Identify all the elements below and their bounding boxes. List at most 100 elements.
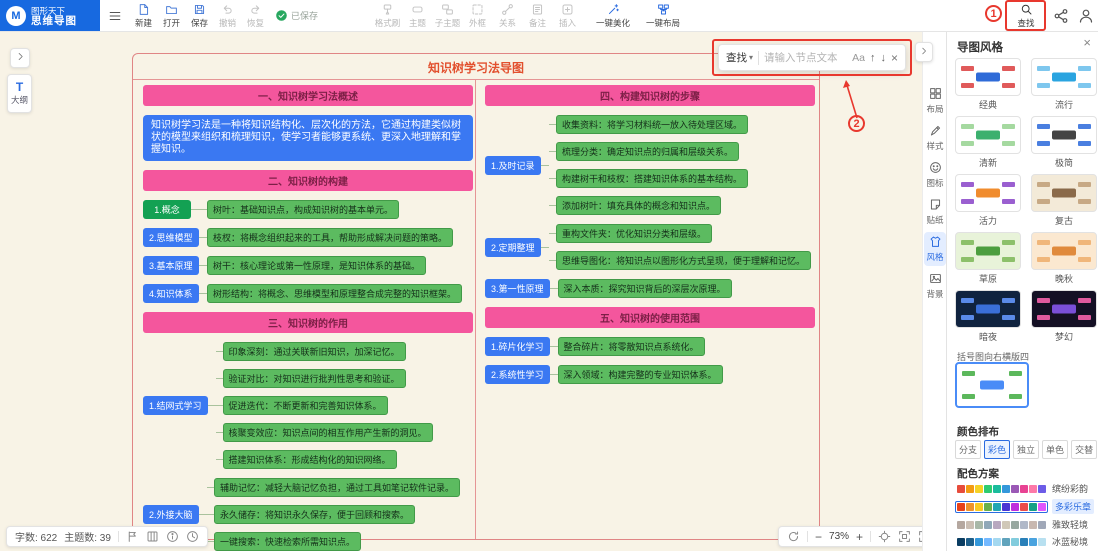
color-scheme-row[interactable]: 多彩乐章	[955, 499, 1094, 514]
topic-node[interactable]: 1.概念	[143, 200, 191, 219]
color-scheme-row[interactable]: 冰蓝秘境	[955, 535, 1094, 548]
theme-option[interactable]: 暗夜	[955, 290, 1021, 343]
color-layout-option[interactable]: 交替	[1071, 440, 1097, 459]
panel-collapse-button[interactable]	[915, 42, 933, 62]
find-next-button[interactable]: ↓	[880, 52, 886, 64]
map-title-node[interactable]: 知识树学习法导图	[133, 59, 819, 76]
locate-icon[interactable]	[878, 530, 891, 543]
leaf-node[interactable]: 验证对比：对知识进行批判性思考和验证。	[223, 369, 406, 388]
section-banner-node[interactable]: 三、知识树的作用	[143, 312, 473, 333]
app-logo[interactable]: M 图形天下 思维导图	[0, 0, 100, 31]
theme-option[interactable]: 活力	[955, 174, 1021, 227]
panel-close-button[interactable]: ×	[1083, 35, 1091, 50]
find-mode-dropdown[interactable]: 查找 ▾	[726, 50, 753, 65]
subtopic-button[interactable]: 子主题	[434, 1, 461, 31]
topic-node[interactable]: 4.知识体系	[143, 284, 199, 303]
open-button[interactable]: 打开	[158, 1, 185, 31]
history-icon[interactable]	[186, 530, 199, 543]
board-icon[interactable]	[146, 530, 159, 543]
user-icon[interactable]	[1077, 7, 1095, 25]
leaf-node[interactable]: 一键搜索：快速检索所需知识点。	[214, 532, 361, 551]
leaf-node[interactable]: 梳理分类：确定知识点的归属和层级关系。	[556, 142, 739, 161]
leaf-node[interactable]: 树形结构：将概念、思维模型和原理整合成完整的知识框架。	[207, 284, 462, 303]
relation-button[interactable]: 关系	[494, 1, 521, 31]
color-layout-option[interactable]: 单色	[1042, 440, 1068, 459]
topic-node[interactable]: 1.结网式学习	[143, 396, 208, 415]
zoom-in-button[interactable]: +	[856, 531, 863, 543]
leaf-node[interactable]: 印象深刻：通过关联新旧知识，加深记忆。	[223, 342, 406, 361]
strip-item-style[interactable]: 样式	[924, 121, 946, 155]
leaf-node[interactable]: 重构文件夹：优化知识分类和层级。	[556, 224, 712, 243]
leaf-node[interactable]: 思维导图化：将知识点以图形化方式呈现，便于理解和记忆。	[556, 251, 811, 270]
left-panel-expand-button[interactable]	[10, 48, 30, 68]
fit-screen-icon[interactable]	[898, 530, 911, 543]
match-case-toggle[interactable]: Aa	[852, 52, 865, 64]
topic-node[interactable]: 2.系统性学习	[485, 365, 550, 384]
zoom-out-button[interactable]: −	[815, 531, 822, 543]
topic-node[interactable]: 2.思维模型	[143, 228, 199, 247]
theme-option[interactable]: 草原	[955, 232, 1021, 285]
flag-icon[interactable]	[126, 530, 139, 543]
format-painter-button[interactable]: 格式刷	[374, 1, 401, 31]
strip-item-icon[interactable]: 图标	[924, 158, 946, 192]
leaf-node[interactable]: 收集资料：将学习材料统一放入待处理区域。	[556, 115, 748, 134]
strip-item-sticker[interactable]: 贴纸	[924, 195, 946, 229]
strip-item-background[interactable]: 背景	[924, 269, 946, 303]
hamburger-menu-icon[interactable]	[104, 5, 126, 27]
undo-button[interactable]: 撤销	[214, 1, 241, 31]
current-structure-thumbnail[interactable]	[955, 362, 1029, 408]
topic-node[interactable]: 1.及时记录	[485, 156, 541, 175]
reset-view-icon[interactable]	[787, 530, 800, 543]
leaf-node[interactable]: 树干：核心理论或第一性原理，是知识体系的基础。	[207, 256, 426, 275]
topic-node[interactable]: 3.第一性原理	[485, 279, 550, 298]
leaf-node[interactable]: 深入本质：探究知识背后的深层次原理。	[558, 279, 732, 298]
section-banner-node[interactable]: 四、构建知识树的步骤	[485, 85, 815, 106]
theme-option[interactable]: 极简	[1031, 116, 1097, 169]
save-button[interactable]: 保存	[186, 1, 213, 31]
topic-node[interactable]: 1.碎片化学习	[485, 337, 550, 356]
theme-option[interactable]: 流行	[1031, 58, 1097, 111]
theme-option[interactable]: 清新	[955, 116, 1021, 169]
section-banner-node[interactable]: 二、知识树的构建	[143, 170, 473, 191]
leaf-node[interactable]: 添加树叶：填充具体的概念和知识点。	[556, 196, 721, 215]
leaf-node[interactable]: 永久储存：将知识永久保存，便于回顾和搜索。	[214, 505, 415, 524]
color-scheme-row[interactable]: 雅致轻境	[955, 518, 1094, 531]
color-layout-option[interactable]: 彩色	[984, 440, 1010, 459]
beautify-button[interactable]: 一键美化	[591, 1, 635, 31]
topic-node[interactable]: 3.基本原理	[143, 256, 199, 275]
share-icon[interactable]	[1052, 7, 1070, 25]
find-prev-button[interactable]: ↑	[870, 52, 876, 64]
find-button[interactable]: 查找	[1010, 2, 1042, 30]
leaf-node[interactable]: 构建树干和枝杈：搭建知识体系的基本结构。	[556, 169, 748, 188]
insert-button[interactable]: 插入	[554, 1, 581, 31]
find-close-button[interactable]: ×	[891, 51, 898, 65]
topic-button[interactable]: 主题	[404, 1, 431, 31]
boundary-button[interactable]: 外框	[464, 1, 491, 31]
info-icon[interactable]	[166, 530, 179, 543]
strip-item-layout[interactable]: 布局	[924, 84, 946, 118]
leaf-node[interactable]: 整合碎片：将零散知识点系统化。	[558, 337, 705, 356]
section-banner-node[interactable]: 五、知识树的使用范围	[485, 307, 815, 328]
leaf-node[interactable]: 搭建知识体系：形成结构化的知识网络。	[223, 450, 397, 469]
theme-option[interactable]: 经典	[955, 58, 1021, 111]
leaf-node[interactable]: 核聚变效应：知识点间的相互作用产生新的洞见。	[223, 423, 433, 442]
color-layout-option[interactable]: 分支	[955, 440, 981, 459]
outline-button[interactable]: T 大纲	[7, 74, 32, 113]
topic-node[interactable]: 2.定期整理	[485, 238, 541, 257]
find-input[interactable]: 请输入节点文本	[764, 50, 847, 65]
topic-node[interactable]: 2.外接大脑	[143, 505, 199, 524]
leaf-node[interactable]: 树叶：基础知识点，构成知识树的基本单元。	[207, 200, 399, 219]
theme-option[interactable]: 梦幻	[1031, 290, 1097, 343]
redo-button[interactable]: 恢复	[242, 1, 269, 31]
map-canvas[interactable]: T 大纲 知识树学习法导图 一、知识树学习法概述知识树学习法是一种将知识结构化、…	[0, 32, 922, 551]
leaf-node[interactable]: 枝杈：将概念组织起来的工具，帮助形成解决问题的策略。	[207, 228, 453, 247]
section-banner-node[interactable]: 一、知识树学习法概述	[143, 85, 473, 106]
leaf-node[interactable]: 促进迭代：不断更新和完善知识体系。	[223, 396, 388, 415]
leaf-node[interactable]: 深入领域：构建完整的专业知识体系。	[558, 365, 723, 384]
description-node[interactable]: 知识树学习法是一种将知识结构化、层次化的方法，它通过构建类似树状的模型来组织和梳…	[143, 115, 473, 161]
color-scheme-row[interactable]: 缤纷彩韵	[955, 482, 1094, 495]
auto-layout-button[interactable]: 一键布局	[641, 1, 685, 31]
leaf-node[interactable]: 辅助记忆：减轻大脑记忆负担，通过工具如笔记软件记录。	[214, 478, 460, 497]
new-button[interactable]: 新建	[130, 1, 157, 31]
theme-option[interactable]: 晚秋	[1031, 232, 1097, 285]
